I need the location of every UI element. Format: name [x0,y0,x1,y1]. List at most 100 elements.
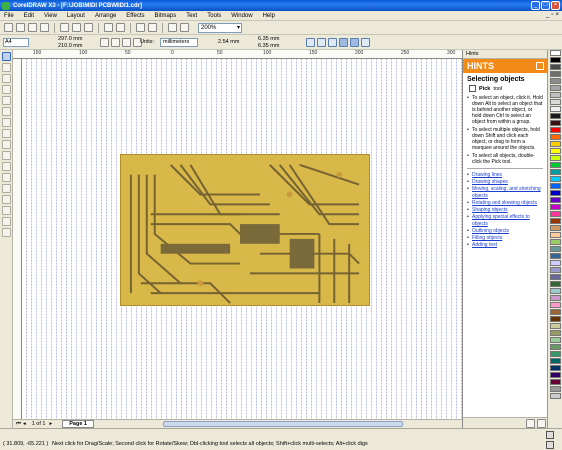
hint-link[interactable]: Outlining objects [467,228,543,235]
page-height-field[interactable]: 210.0 mm [58,43,82,50]
new-icon[interactable] [4,23,13,32]
menu-effects[interactable]: Effects [126,13,144,19]
next-page-icon[interactable]: ▸ [49,421,52,427]
color-swatch[interactable] [549,281,561,287]
color-swatch[interactable] [549,120,561,126]
hint-link[interactable]: Applying special effects to objects [467,214,543,228]
menu-bitmaps[interactable]: Bitmaps [155,13,177,19]
shape-tool-icon[interactable] [1,63,11,72]
color-swatch[interactable] [549,190,561,196]
basic-shapes-tool-icon[interactable] [1,151,11,160]
save-icon[interactable] [28,23,37,32]
open-icon[interactable] [16,23,25,32]
hints-menu-icon[interactable] [536,62,544,70]
color-swatch[interactable] [549,337,561,343]
redo-icon[interactable] [116,23,125,32]
color-swatch[interactable] [549,323,561,329]
color-swatch[interactable] [549,197,561,203]
color-swatch[interactable] [549,155,561,161]
close-button[interactable]: × [551,1,560,10]
color-swatch[interactable] [549,253,561,259]
app-launcher-icon[interactable] [168,23,177,32]
pcb-layout-image[interactable] [120,154,370,306]
doc-minimize-button[interactable]: _ [546,12,549,18]
hint-link[interactable]: Filling objects [467,235,543,242]
nudge-distance-field[interactable]: 2.54 mm [218,39,239,45]
color-swatch[interactable] [549,71,561,77]
page-width-field[interactable]: 297.0 mm [58,36,82,43]
color-swatch[interactable] [549,295,561,301]
maximize-button[interactable]: □ [541,1,550,10]
color-swatch[interactable] [549,393,561,399]
hint-link[interactable]: Shaping objects [467,207,543,214]
hint-link[interactable]: Moving, scaling, and stretching objects [467,186,543,200]
color-swatch[interactable] [549,365,561,371]
portrait-icon[interactable] [100,38,109,47]
menu-text[interactable]: Text [186,13,197,19]
color-swatch[interactable] [549,211,561,217]
treat-as-filled-icon[interactable] [350,38,359,47]
cut-icon[interactable] [60,23,69,32]
color-swatch[interactable] [549,50,561,56]
freehand-tool-icon[interactable] [1,96,11,105]
hints-forward-icon[interactable] [537,419,546,428]
color-swatch[interactable] [549,183,561,189]
color-swatch[interactable] [549,176,561,182]
color-swatch[interactable] [549,162,561,168]
zoom-level-select[interactable]: 200% [198,22,242,33]
export-icon[interactable] [148,23,157,32]
outline-tool-icon[interactable] [1,206,11,215]
color-swatch[interactable] [549,302,561,308]
units-select[interactable]: millimeters [160,38,198,47]
corel-online-icon[interactable] [180,23,189,32]
color-swatch[interactable] [549,379,561,385]
color-swatch[interactable] [549,141,561,147]
hint-link[interactable]: Adding text [467,242,543,249]
color-swatch[interactable] [549,351,561,357]
smart-fill-tool-icon[interactable] [1,107,11,116]
menu-arrange[interactable]: Arrange [95,13,116,19]
snap-to-guidelines-icon[interactable] [317,38,326,47]
horizontal-ruler[interactable]: 150 100 50 0 50 100 150 200 250 300 [13,50,462,59]
transparency-tool-icon[interactable] [1,184,11,193]
color-swatch[interactable] [549,288,561,294]
menu-tools[interactable]: Tools [207,13,221,19]
print-icon[interactable] [40,23,49,32]
menu-file[interactable]: File [4,13,14,19]
menu-layout[interactable]: Layout [67,13,85,19]
dynamic-guides-icon[interactable] [339,38,348,47]
text-tool-icon[interactable] [1,162,11,171]
color-swatch[interactable] [549,204,561,210]
color-swatch[interactable] [549,239,561,245]
color-swatch[interactable] [549,148,561,154]
color-swatch[interactable] [549,113,561,119]
color-swatch[interactable] [549,232,561,238]
doc-restore-button[interactable]: ▫ [551,12,553,18]
menu-edit[interactable]: Edit [24,13,34,19]
drawing-canvas[interactable] [22,59,462,419]
color-swatch[interactable] [549,169,561,175]
paper-type-select[interactable]: A4 [3,38,29,47]
color-swatch[interactable] [549,386,561,392]
color-swatch[interactable] [549,309,561,315]
color-swatch[interactable] [549,85,561,91]
color-swatch[interactable] [549,267,561,273]
snap-to-objects-icon[interactable] [328,38,337,47]
color-swatch[interactable] [549,358,561,364]
snap-to-grid-icon[interactable] [306,38,315,47]
color-swatch[interactable] [549,372,561,378]
hints-back-icon[interactable] [526,419,535,428]
interactive-fill-tool-icon[interactable] [1,228,11,237]
color-swatch[interactable] [549,316,561,322]
color-swatch[interactable] [549,330,561,336]
color-swatch[interactable] [549,218,561,224]
import-icon[interactable] [136,23,145,32]
color-swatch[interactable] [549,134,561,140]
color-swatch[interactable] [549,344,561,350]
color-swatch[interactable] [549,260,561,266]
undo-icon[interactable] [104,23,113,32]
interactive-blend-tool-icon[interactable] [1,173,11,182]
fill-tool-icon[interactable] [1,217,11,226]
color-swatch[interactable] [549,78,561,84]
menu-view[interactable]: View [44,13,57,19]
